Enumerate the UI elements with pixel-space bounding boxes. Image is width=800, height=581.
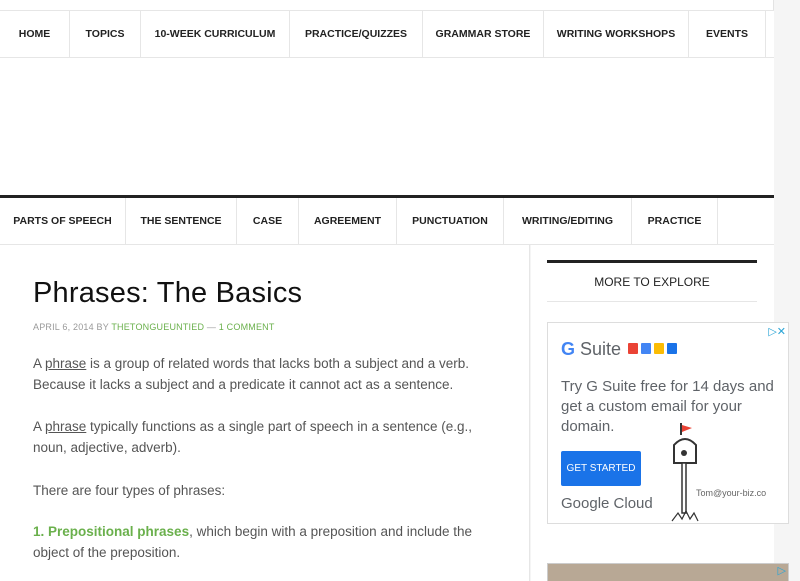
gmail-icon bbox=[628, 343, 638, 354]
post-date: APRIL 6, 2014 bbox=[33, 322, 94, 332]
adchoices-icon[interactable]: ▷✕ bbox=[768, 325, 786, 338]
widget-title: MORE TO EXPLORE bbox=[547, 260, 757, 302]
post-by: BY bbox=[96, 322, 109, 332]
google-cloud-logo: Google Cloud bbox=[561, 495, 653, 512]
nav-writing-editing[interactable]: WRITING/EDITING bbox=[504, 198, 632, 244]
post-author-link[interactable]: THETONGUEUNTIED bbox=[111, 322, 204, 332]
top-navigation: HOME TOPICS 10-WEEK CURRICULUM PRACTICE/… bbox=[0, 10, 774, 58]
docs-icon bbox=[641, 343, 651, 354]
paragraph-definition: A phrase is a group of related words tha… bbox=[33, 353, 483, 395]
nav-the-sentence[interactable]: THE SENTENCE bbox=[126, 198, 237, 244]
text: Because it lacks a subject and a predica… bbox=[33, 377, 454, 392]
prepositional-phrases-link[interactable]: Prepositional phrases bbox=[48, 524, 189, 539]
mailbox-illustration-icon bbox=[671, 423, 699, 522]
drive-icon bbox=[654, 343, 664, 354]
nav-agreement[interactable]: AGREEMENT bbox=[299, 198, 397, 244]
suite-word: Suite bbox=[575, 339, 622, 359]
nav-home[interactable]: HOME bbox=[0, 11, 70, 57]
text: typically functions as a single part of … bbox=[86, 419, 473, 434]
text: A bbox=[33, 356, 46, 371]
gsuite-logo: G Suite bbox=[561, 339, 621, 360]
secondary-navigation: PARTS OF SPEECH THE SENTENCE CASE AGREEM… bbox=[0, 195, 774, 245]
phrase-link[interactable]: phrase bbox=[45, 419, 86, 434]
second-ad[interactable]: ▷ bbox=[547, 563, 789, 581]
calendar-icon bbox=[667, 343, 677, 354]
g-letter: G bbox=[561, 339, 576, 359]
main-content: Phrases: The Basics APRIL 6, 2014 BY THE… bbox=[0, 245, 530, 581]
text: is a group of related words that lacks b… bbox=[86, 356, 470, 371]
paragraph-types-intro: There are four types of phrases: bbox=[33, 483, 226, 498]
header-banner-area bbox=[0, 58, 774, 196]
gsuite-ad[interactable]: ▷✕ G Suite Try G Suite free for 14 days … bbox=[547, 322, 789, 524]
text: object of the preposition. bbox=[33, 545, 181, 560]
nav-case[interactable]: CASE bbox=[237, 198, 299, 244]
post-meta: APRIL 6, 2014 BY THETONGUEUNTIED — 1 COM… bbox=[33, 322, 275, 332]
nav-practice[interactable]: PRACTICE bbox=[632, 198, 718, 244]
nav-10-week-curriculum[interactable]: 10-WEEK CURRICULUM bbox=[141, 11, 290, 57]
ad-email-text: Tom@your-biz.co bbox=[696, 488, 767, 498]
text: A bbox=[33, 419, 46, 434]
post-meta-separator: — bbox=[206, 322, 217, 332]
nav-topics[interactable]: TOPICS bbox=[70, 11, 141, 57]
nav-writing-workshops[interactable]: WRITING WORKSHOPS bbox=[544, 11, 689, 57]
paragraph-prepositional: 1. Prepositional phrases, which begin wi… bbox=[33, 521, 483, 563]
paragraph-function: A phrase typically functions as a single… bbox=[33, 416, 483, 458]
nav-practice-quizzes[interactable]: PRACTICE/QUIZZES bbox=[290, 11, 423, 57]
adchoices-icon[interactable]: ▷ bbox=[778, 564, 786, 577]
nav-grammar-store[interactable]: GRAMMAR STORE bbox=[423, 11, 544, 57]
list-number: 1. bbox=[33, 524, 45, 539]
text: , which begin with a preposition and inc… bbox=[189, 524, 473, 539]
nav-events[interactable]: EVENTS bbox=[689, 11, 766, 57]
post-comments-link[interactable]: 1 COMMENT bbox=[219, 322, 275, 332]
phrase-link[interactable]: phrase bbox=[45, 356, 86, 371]
post-title: Phrases: The Basics bbox=[33, 277, 303, 309]
nav-punctuation[interactable]: PUNCTUATION bbox=[397, 198, 504, 244]
text: noun, adjective, adverb). bbox=[33, 440, 181, 455]
get-started-button[interactable]: GET STARTED bbox=[561, 451, 641, 486]
nav-parts-of-speech[interactable]: PARTS OF SPEECH bbox=[0, 198, 126, 244]
gsuite-app-icons bbox=[628, 343, 677, 354]
